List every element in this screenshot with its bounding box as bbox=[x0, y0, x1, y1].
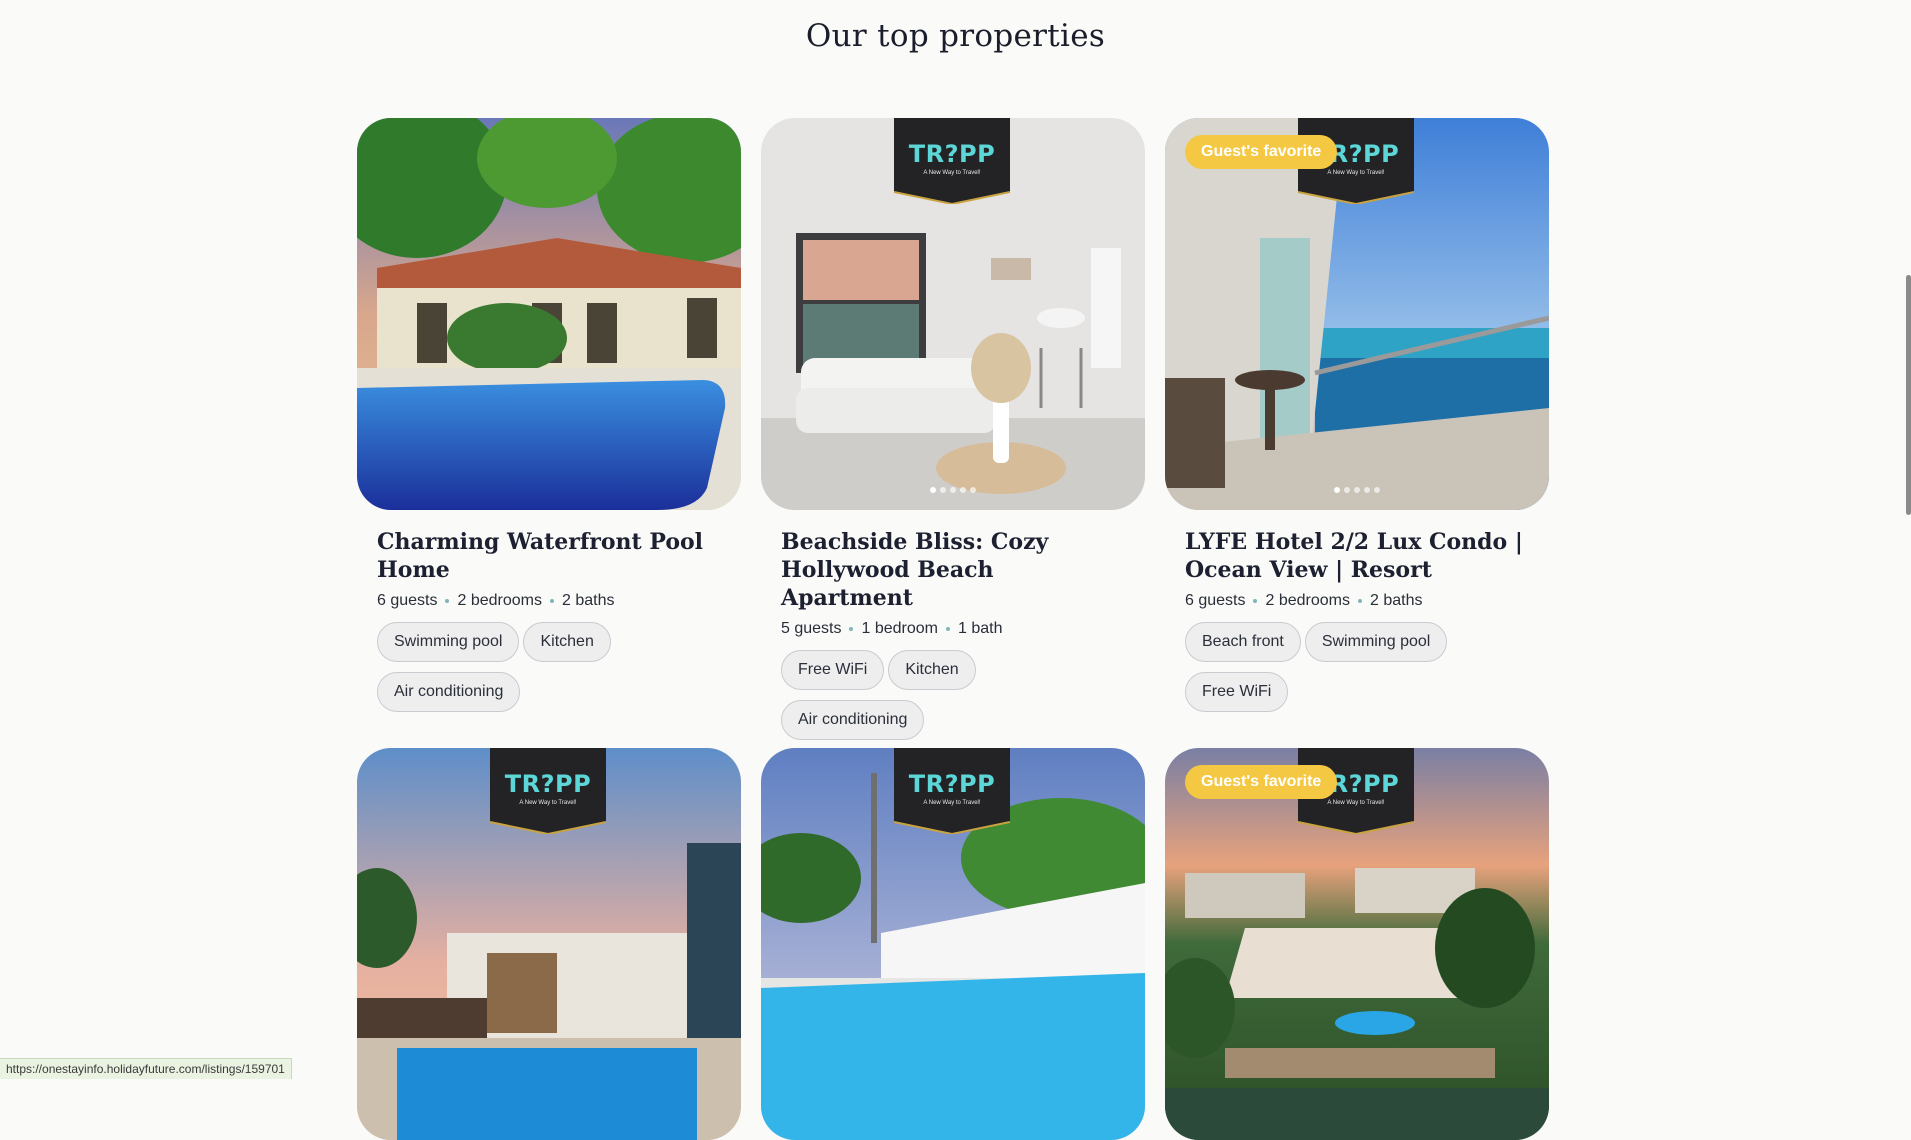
property-capacity: 6 guests 2 bedrooms 2 baths bbox=[377, 592, 721, 610]
tripp-logo: TR?PP A New Way to Travel! bbox=[894, 118, 1010, 204]
carousel-dot[interactable] bbox=[930, 487, 936, 493]
tripp-logo: TR?PP A New Way to Travel! bbox=[490, 748, 606, 834]
amenity-tag: Swimming pool bbox=[377, 622, 520, 662]
guest-favorite-badge: Guest's favorite bbox=[1185, 135, 1338, 169]
scrollbar[interactable] bbox=[1905, 0, 1911, 1079]
separator-dot bbox=[1357, 598, 1362, 603]
separator-dot bbox=[549, 598, 554, 603]
property-photo[interactable] bbox=[357, 118, 741, 510]
amenity-tag: Free WiFi bbox=[781, 650, 885, 690]
property-capacity: 6 guests 2 bedrooms 2 baths bbox=[1185, 592, 1529, 610]
separator-dot bbox=[849, 626, 854, 631]
amenity-tag: Free WiFi bbox=[1185, 672, 1289, 712]
amenity-tags: Swimming pool Kitchen Air conditioning bbox=[377, 622, 717, 712]
carousel-dot[interactable] bbox=[1374, 487, 1380, 493]
photo-carousel-dots[interactable] bbox=[761, 480, 1145, 498]
separator-dot bbox=[1253, 598, 1258, 603]
pool-home-image bbox=[357, 118, 741, 510]
property-card[interactable]: TR?PP A New Way to Travel! bbox=[761, 748, 1145, 1140]
section-title: Our top properties bbox=[805, 18, 1106, 54]
property-photo[interactable]: TR?PP A New Way to Travel! bbox=[357, 748, 741, 1140]
carousel-dot[interactable] bbox=[950, 487, 956, 493]
property-card[interactable]: Charming Waterfront Pool Home 6 guests 2 … bbox=[357, 118, 741, 712]
bedrooms-count: 2 bedrooms bbox=[1265, 592, 1350, 609]
tripp-logo: TR?PP A New Way to Travel! bbox=[894, 748, 1010, 834]
property-title[interactable]: Beachside Bliss: Cozy Hollywood Beach Ap… bbox=[781, 528, 1125, 612]
status-bar-url: https://onestayinfo.holidayfuture.com/li… bbox=[0, 1058, 292, 1079]
carousel-dot[interactable] bbox=[960, 487, 966, 493]
scrollbar-thumb[interactable] bbox=[1906, 275, 1911, 515]
carousel-dot[interactable] bbox=[970, 487, 976, 493]
property-capacity: 5 guests 1 bedroom 1 bath bbox=[781, 620, 1125, 638]
amenity-tag: Air conditioning bbox=[377, 672, 521, 712]
property-photo[interactable]: TR?PP A New Way to Travel! bbox=[761, 118, 1145, 510]
property-photo[interactable]: TR?PP A New Way to Travel! Guest's favor… bbox=[1165, 118, 1549, 510]
separator-dot bbox=[445, 598, 450, 603]
property-card[interactable]: TR?PP A New Way to Travel! bbox=[357, 748, 741, 1140]
baths-count: 2 baths bbox=[561, 592, 615, 609]
amenity-tags: Beach front Swimming pool Free WiFi bbox=[1185, 622, 1525, 712]
amenity-tags: Free WiFi Kitchen Air conditioning bbox=[781, 650, 1121, 740]
carousel-dot[interactable] bbox=[940, 487, 946, 493]
guests-count: 5 guests bbox=[781, 620, 842, 637]
property-title[interactable]: Charming Waterfront Pool Home bbox=[377, 528, 721, 584]
amenity-tag: Air conditioning bbox=[781, 700, 925, 740]
baths-count: 2 baths bbox=[1369, 592, 1423, 609]
guests-count: 6 guests bbox=[377, 592, 438, 609]
amenity-tag: Beach front bbox=[1185, 622, 1301, 662]
property-title[interactable]: LYFE Hotel 2/2 Lux Condo | Ocean View | … bbox=[1185, 528, 1529, 584]
photo-carousel-dots[interactable] bbox=[1165, 480, 1549, 498]
property-card[interactable]: TR?PP A New Way to Travel! Beachside Bli… bbox=[761, 118, 1145, 740]
carousel-dot[interactable] bbox=[1334, 487, 1340, 493]
baths-count: 1 bath bbox=[957, 620, 1003, 637]
guest-favorite-badge: Guest's favorite bbox=[1185, 765, 1338, 799]
property-photo[interactable]: TR?PP A New Way to Travel! bbox=[761, 748, 1145, 1140]
amenity-tag: Kitchen bbox=[523, 622, 611, 662]
amenity-tag: Kitchen bbox=[888, 650, 976, 690]
carousel-dot[interactable] bbox=[1354, 487, 1360, 493]
bedrooms-count: 2 bedrooms bbox=[457, 592, 542, 609]
carousel-dot[interactable] bbox=[1364, 487, 1370, 493]
property-card[interactable]: TR?PP A New Way to Travel! Guest's favor… bbox=[1165, 748, 1549, 1140]
amenity-tag: Swimming pool bbox=[1304, 622, 1448, 662]
guests-count: 6 guests bbox=[1185, 592, 1246, 609]
property-photo[interactable]: TR?PP A New Way to Travel! Guest's favor… bbox=[1165, 748, 1549, 1140]
separator-dot bbox=[945, 626, 950, 631]
bedrooms-count: 1 bedroom bbox=[861, 620, 938, 637]
carousel-dot[interactable] bbox=[1344, 487, 1350, 493]
property-card[interactable]: TR?PP A New Way to Travel! Guest's favor… bbox=[1165, 118, 1549, 712]
